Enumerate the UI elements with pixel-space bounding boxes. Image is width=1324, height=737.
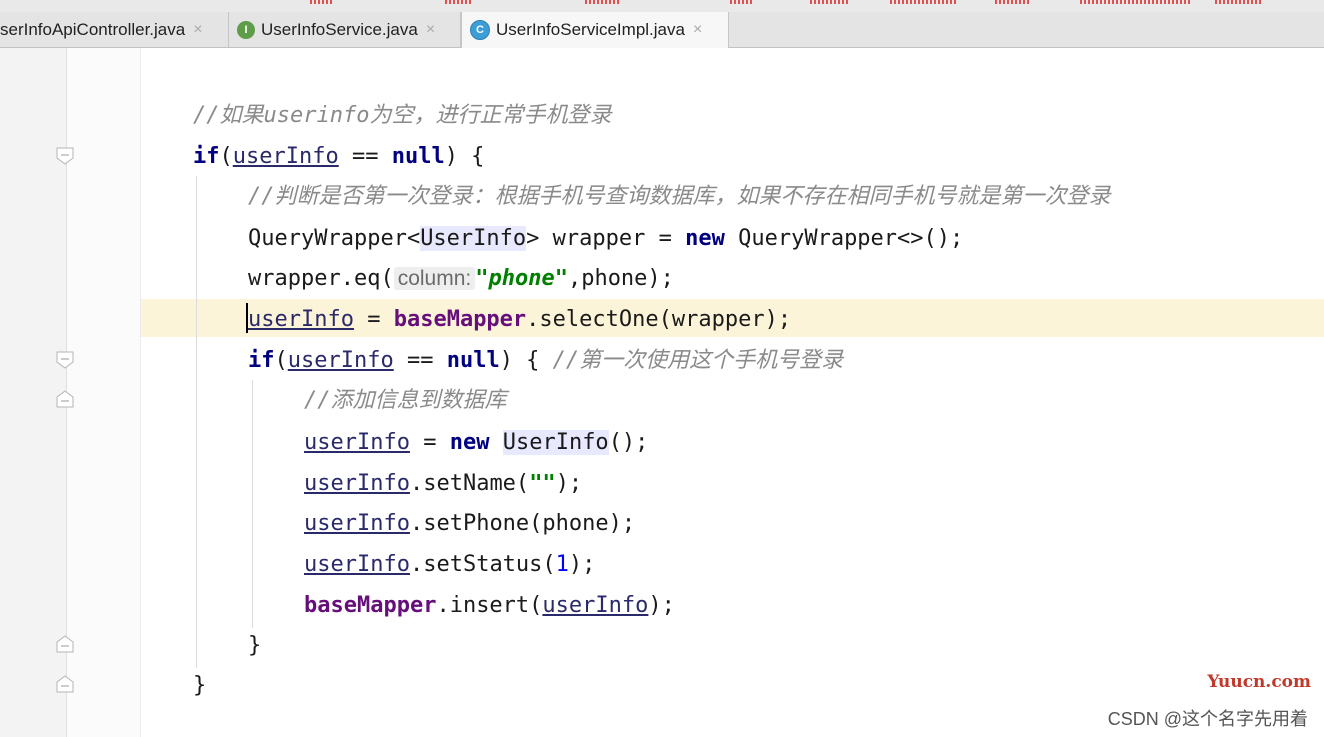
code-text: .setStatus( (409, 552, 556, 577)
code-line-2[interactable]: if(userInfo == null) { (193, 138, 484, 176)
annotation-gutter (67, 48, 141, 737)
variable: userInfo (232, 144, 339, 169)
code-text: (); (608, 430, 649, 455)
class-icon: C (470, 20, 490, 40)
type-name: UserInfo (502, 430, 609, 455)
field: baseMapper (304, 593, 437, 618)
variable: userInfo (304, 471, 410, 496)
code-text: ) { (499, 348, 553, 373)
code-text: > wrapper = (526, 226, 686, 251)
code-line-1[interactable]: //如果userinfo为空，进行正常手机登录 (193, 97, 611, 135)
editor-tab-bar: serInfoApiController.java × I UserInfoSe… (0, 12, 1324, 48)
code-line-6[interactable]: userInfo = baseMapper.selectOne(wrapper)… (248, 301, 791, 339)
code-text: ) { (444, 144, 485, 169)
variable: userInfo (304, 511, 410, 536)
code-line-4[interactable]: QueryWrapper<UserInfo> wrapper = new Que… (248, 220, 963, 258)
tab-label: serInfoApiController.java (0, 19, 186, 39)
variable: userInfo (287, 348, 394, 373)
error-squiggle (585, 0, 619, 4)
code-text: ); (555, 471, 583, 496)
code-text: ( (274, 348, 288, 373)
close-icon[interactable]: × (693, 21, 702, 39)
fold-open-icon[interactable] (56, 351, 74, 369)
code-text: .insert( (436, 593, 543, 618)
keyword: new (449, 430, 490, 455)
error-squiggle (890, 0, 956, 4)
code-line-9[interactable]: userInfo = new UserInfo(); (304, 424, 648, 462)
code-line-7[interactable]: if(userInfo == null) { //第一次使用这个手机号登录 (248, 342, 843, 380)
comment: //如果userinfo为空，进行正常手机登录 (193, 103, 612, 128)
author-watermark: CSDN @这个名字先用着 (1107, 709, 1308, 729)
tab-userinfo-service-impl[interactable]: C UserInfoServiceImpl.java × (461, 12, 729, 48)
code-text: .setPhone(phone); (409, 511, 636, 536)
tab-label: UserInfoServiceImpl.java (496, 20, 685, 39)
closing-brace: } (248, 633, 262, 658)
site-watermark: Yuucn.com (1207, 672, 1311, 692)
code-text: .selectOne(wrapper); (526, 307, 792, 332)
tab-userinfo-service[interactable]: I UserInfoService.java × (229, 12, 461, 47)
code-line-8[interactable]: //添加信息到数据库 (304, 382, 507, 420)
error-squiggle (1080, 0, 1190, 4)
fold-close-icon[interactable] (56, 675, 74, 693)
code-text: ,phone); (567, 266, 674, 291)
error-squiggle (310, 0, 332, 4)
code-text: QueryWrapper<>(); (724, 226, 964, 251)
code-text: == (338, 144, 392, 169)
variable: userInfo (304, 430, 410, 455)
variable: userInfo (542, 593, 649, 618)
code-line-10[interactable]: userInfo.setName(""); (304, 465, 582, 503)
fold-close-icon[interactable] (56, 635, 74, 653)
error-squiggle (445, 0, 471, 4)
tab-userinfo-api-controller[interactable]: serInfoApiController.java × (0, 12, 229, 47)
close-icon[interactable]: × (426, 21, 435, 39)
code-text: ); (648, 593, 675, 618)
code-line-12[interactable]: userInfo.setStatus(1); (304, 546, 595, 584)
comment: //第一次使用这个手机号登录 (552, 348, 844, 373)
field: baseMapper (393, 307, 527, 332)
code-text: = (353, 307, 394, 332)
code-line-5[interactable]: wrapper.eq(column: "phone",phone); (248, 260, 674, 298)
keyword: if (193, 144, 220, 169)
variable: userInfo (304, 552, 410, 577)
fold-open-icon[interactable] (56, 147, 74, 165)
tab-label: UserInfoService.java (261, 19, 418, 39)
keyword: if (248, 348, 275, 373)
code-line-15[interactable]: } (193, 667, 206, 705)
comment: //判断是否第一次登录：根据手机号查询数据库，如果不存在相同手机号就是第一次登录 (248, 184, 1111, 209)
code-text: ( (219, 144, 233, 169)
keyword: new (685, 226, 725, 251)
indent-guide (196, 176, 197, 668)
error-squiggle (730, 0, 754, 4)
variable: userInfo (248, 307, 354, 332)
number-literal: 1 (555, 552, 569, 577)
code-text: QueryWrapper< (248, 226, 421, 251)
close-icon[interactable]: × (193, 21, 202, 39)
string-literal: "" (529, 471, 556, 496)
keyword: null (446, 348, 500, 373)
interface-icon: I (237, 20, 255, 39)
code-text: .setName( (409, 471, 530, 496)
code-line-14[interactable]: } (248, 627, 261, 665)
error-squiggle (1215, 0, 1261, 4)
parameter-hint: column: (393, 267, 476, 290)
code-line-11[interactable]: userInfo.setPhone(phone); (304, 505, 635, 543)
top-toolbar-strip (0, 0, 1324, 12)
code-text: == (393, 348, 447, 373)
code-text: wrapper.eq( (248, 266, 394, 291)
type-name: UserInfo (420, 226, 527, 251)
code-text: = (409, 430, 450, 455)
comment: //添加信息到数据库 (304, 388, 507, 413)
code-text: ); (568, 552, 596, 577)
keyword: null (391, 144, 445, 169)
indent-guide (252, 380, 253, 628)
code-line-3[interactable]: //判断是否第一次登录：根据手机号查询数据库，如果不存在相同手机号就是第一次登录 (248, 178, 1111, 216)
fold-open-icon[interactable] (56, 390, 74, 408)
code-line-13[interactable]: baseMapper.insert(userInfo); (304, 587, 675, 625)
error-squiggle (995, 0, 1031, 4)
string-literal: "phone" (475, 266, 568, 291)
closing-brace: } (193, 673, 207, 698)
error-squiggle (810, 0, 850, 4)
text-caret (246, 303, 248, 333)
